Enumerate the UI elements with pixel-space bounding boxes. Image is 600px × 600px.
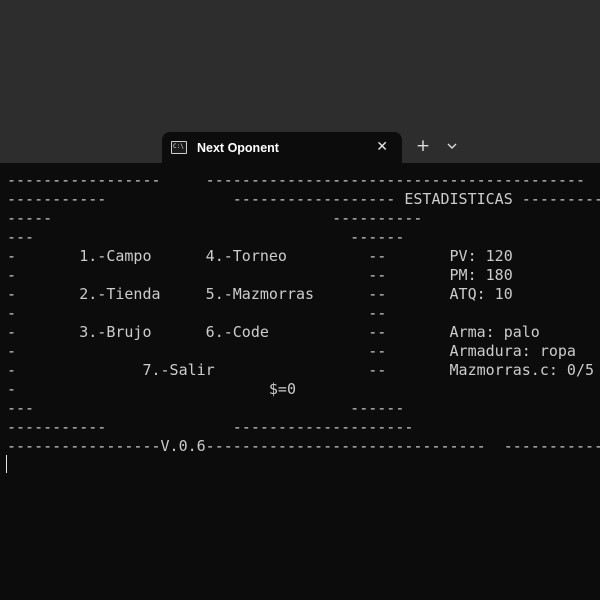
chevron-down-icon[interactable] [442,136,462,156]
console-line: --- ------ [7,399,405,417]
tab-title: Next Oponent [197,140,279,155]
console-line: ----------------- ----------------------… [7,171,585,189]
stats-line-armadura: - -- Armadura: ropa [7,342,576,360]
terminal-icon [171,141,187,154]
stats-line-pm: - -- PM: 180 [7,266,513,284]
version-line: -----------------V.0.6------------------… [7,437,600,455]
menu-line-campo-torneo: - 1.-Campo 4.-Torneo -- PV: 120 [7,247,513,265]
console-line: ----------- -------------------- [7,418,414,436]
menu-line-salir: - 7.-Salir -- Mazmorras.c: 0/5 [7,361,594,379]
close-icon[interactable]: ✕ [376,138,388,156]
text-cursor [6,455,7,473]
title-bar: Next Oponent ✕ + [0,0,600,163]
menu-line-tienda-mazmorras: - 2.-Tienda 5.-Mazmorras -- ATQ: 10 [7,285,513,303]
console-line: ----------- ------------------ ESTADISTI… [7,190,600,208]
console-line: - -- [7,304,387,322]
console-line: --- ------ [7,228,405,246]
console-output[interactable]: ----------------- ----------------------… [0,163,600,600]
terminal-window: Next Oponent ✕ + ----------------- -----… [0,0,600,600]
tab-next-oponent[interactable]: Next Oponent ✕ [162,132,402,163]
new-tab-button[interactable]: + [413,136,433,156]
money-line: - $=0 [7,380,296,398]
console-line: ----- ---------- [7,209,423,227]
menu-line-brujo-code: - 3.-Brujo 6.-Code -- Arma: palo [7,323,540,341]
